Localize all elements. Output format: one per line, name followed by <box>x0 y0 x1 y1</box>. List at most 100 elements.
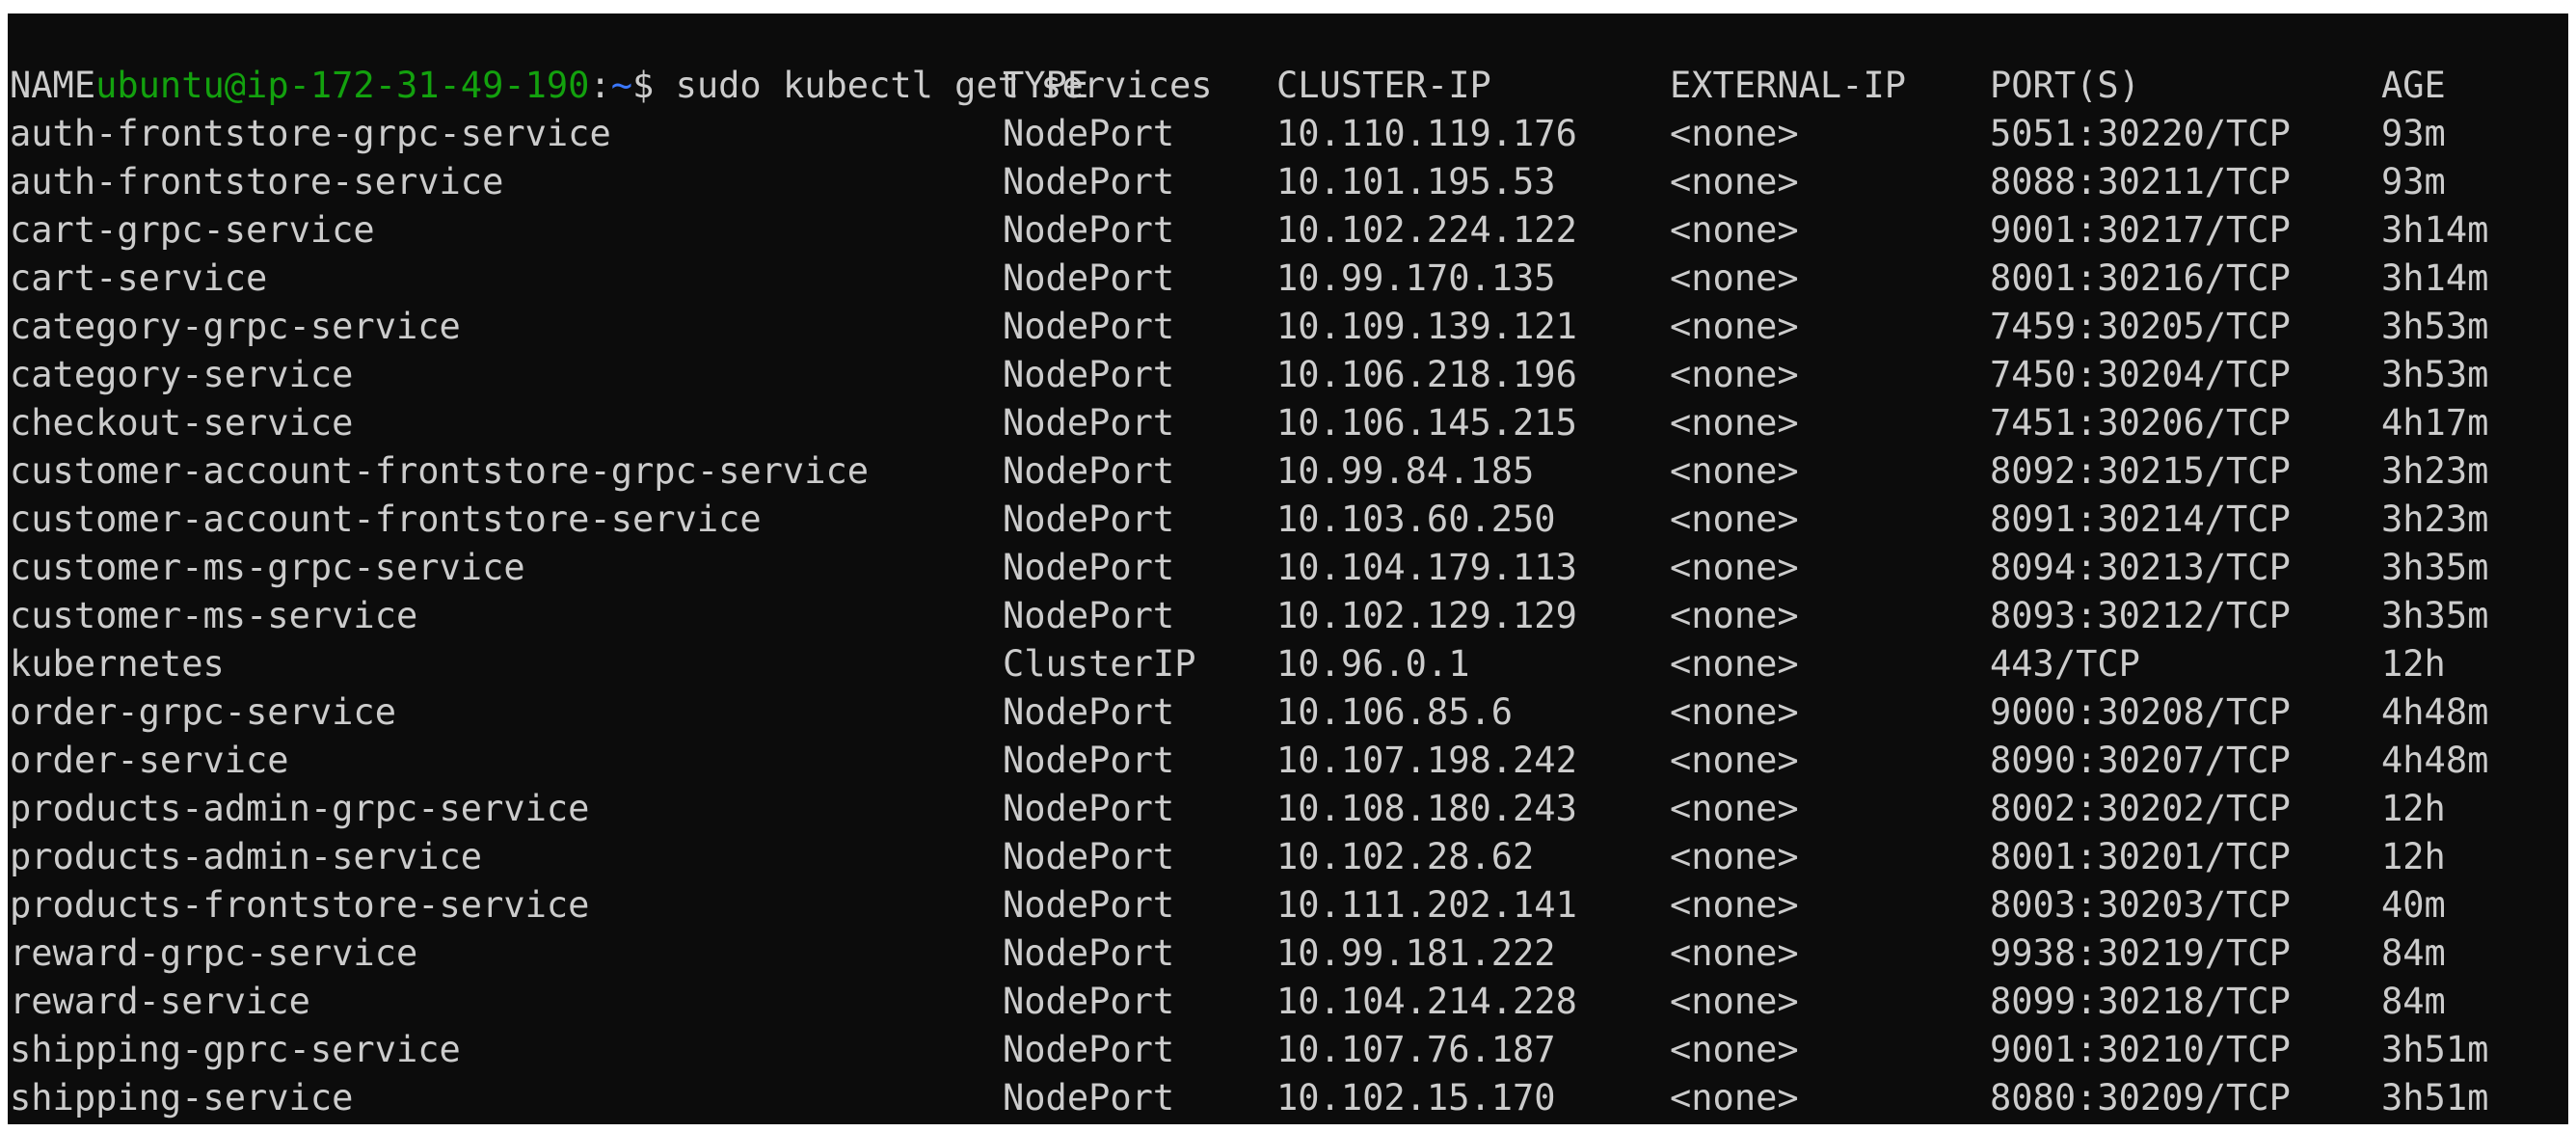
service-external-ip: <none> <box>1670 643 1799 685</box>
service-ports: 5051:30220/TCP <box>1990 113 2291 154</box>
service-cluster-ip: 10.109.139.121 <box>1276 306 1577 347</box>
service-type: NodePort <box>1003 932 1175 974</box>
service-age: 84m <box>2381 932 2446 974</box>
service-cluster-ip: 10.99.181.222 <box>1276 932 1556 974</box>
table-row: products-admin-grpc-service NodePort 10.10… <box>10 785 2555 833</box>
service-cluster-ip: 10.96.0.1 <box>1276 643 1470 685</box>
service-external-ip: <none> <box>1670 788 1799 829</box>
header-external-ip: EXTERNAL-IP <box>1670 65 1907 106</box>
service-type: NodePort <box>1003 547 1175 588</box>
service-type: NodePort <box>1003 354 1175 395</box>
service-cluster-ip: 10.102.15.170 <box>1276 1077 1556 1119</box>
table-row: products-admin-service NodePort 10.102.28.… <box>10 833 2555 881</box>
service-ports: 8091:30214/TCP <box>1990 499 2291 540</box>
service-cluster-ip: 10.108.180.243 <box>1276 788 1577 829</box>
service-name: category-service <box>10 354 354 395</box>
service-ports: 8001:30216/TCP <box>1990 257 2291 299</box>
service-external-ip: <none> <box>1670 113 1799 154</box>
service-cluster-ip: 10.104.214.228 <box>1276 981 1577 1022</box>
terminal-window[interactable]: ubuntu@ip-172-31-49-190:~$ sudo kubectl … <box>8 13 2568 1124</box>
service-cluster-ip: 10.104.179.113 <box>1276 547 1577 588</box>
header-age: AGE <box>2381 65 2446 106</box>
service-external-ip: <none> <box>1670 499 1799 540</box>
service-external-ip: <none> <box>1670 691 1799 733</box>
header-name: NAME <box>10 65 96 106</box>
service-external-ip: <none> <box>1670 981 1799 1022</box>
service-ports: 9001:30210/TCP <box>1990 1029 2291 1070</box>
service-type: NodePort <box>1003 402 1175 444</box>
service-ports: 8003:30203/TCP <box>1990 884 2291 926</box>
service-type: NodePort <box>1003 450 1175 492</box>
service-age: 3h14m <box>2381 209 2489 251</box>
service-external-ip: <none> <box>1670 257 1799 299</box>
command-prompt-line: ubuntu@ip-172-31-49-190:~$ sudo kubectl … <box>10 13 1212 106</box>
service-ports: 8088:30211/TCP <box>1990 161 2291 202</box>
service-cluster-ip: 10.110.119.176 <box>1276 113 1577 154</box>
service-type: ClusterIP <box>1003 643 1196 685</box>
service-age: 3h53m <box>2381 306 2489 347</box>
service-ports: 9001:30217/TCP <box>1990 209 2291 251</box>
service-name: category-grpc-service <box>10 306 461 347</box>
service-cluster-ip: 10.107.76.187 <box>1276 1029 1556 1070</box>
service-type: NodePort <box>1003 257 1175 299</box>
table-row: checkout-service NodePort 10.106.145.215 <n… <box>10 399 2555 447</box>
table-row: products-frontstore-service NodePort 10.11… <box>10 881 2555 930</box>
service-external-ip: <none> <box>1670 547 1799 588</box>
service-external-ip: <none> <box>1670 161 1799 202</box>
service-age: 4h17m <box>2381 402 2489 444</box>
table-row: customer-account-frontstore-service NodeP… <box>10 496 2555 544</box>
service-name: customer-account-frontstore-grpc-service <box>10 450 870 492</box>
service-age: 4h48m <box>2381 691 2489 733</box>
service-type: NodePort <box>1003 691 1175 733</box>
service-ports: 8001:30201/TCP <box>1990 836 2291 877</box>
service-age: 93m <box>2381 113 2446 154</box>
service-age: 3h23m <box>2381 450 2489 492</box>
header-cluster-ip: CLUSTER-IP <box>1276 65 1491 106</box>
service-age: 40m <box>2381 884 2446 926</box>
service-age: 12h <box>2381 836 2446 877</box>
service-name: products-frontstore-service <box>10 884 590 926</box>
service-type: NodePort <box>1003 836 1175 877</box>
table-row: cart-service NodePort 10.99.170.135 <none> 8… <box>10 255 2555 303</box>
service-type: NodePort <box>1003 1029 1175 1070</box>
service-cluster-ip: 10.106.85.6 <box>1276 691 1514 733</box>
service-cluster-ip: 10.106.218.196 <box>1276 354 1577 395</box>
service-cluster-ip: 10.103.60.250 <box>1276 499 1556 540</box>
table-row: reward-grpc-service NodePort 10.99.181.222… <box>10 930 2555 978</box>
service-name: cart-grpc-service <box>10 209 375 251</box>
service-age: 12h <box>2381 788 2446 829</box>
service-name: products-admin-service <box>10 836 483 877</box>
service-name: kubernetes <box>10 643 225 685</box>
service-age: 3h51m <box>2381 1077 2489 1119</box>
service-cluster-ip: 10.102.129.129 <box>1276 595 1577 636</box>
service-type: NodePort <box>1003 113 1175 154</box>
service-name: customer-account-frontstore-service <box>10 499 762 540</box>
service-ports: 7450:30204/TCP <box>1990 354 2291 395</box>
service-cluster-ip: 10.107.198.242 <box>1276 740 1577 781</box>
service-age: 3h53m <box>2381 354 2489 395</box>
service-name: shipping-service <box>10 1077 354 1119</box>
service-type: NodePort <box>1003 306 1175 347</box>
service-age: 12h <box>2381 643 2446 685</box>
table-row: kubernetes ClusterIP 10.96.0.1 <none> 443/TC… <box>10 640 2555 688</box>
service-name: order-grpc-service <box>10 691 396 733</box>
service-name: checkout-service <box>10 402 354 444</box>
service-type: NodePort <box>1003 595 1175 636</box>
service-name: auth-frontstore-service <box>10 161 504 202</box>
table-row: order-service NodePort 10.107.198.242 <none… <box>10 737 2555 785</box>
service-ports: 8094:30213/TCP <box>1990 547 2291 588</box>
table-row: shipping-gprc-service NodePort 10.107.76.1… <box>10 1026 2555 1074</box>
table-row: order-grpc-service NodePort 10.106.85.6 <no… <box>10 688 2555 737</box>
service-name: products-admin-grpc-service <box>10 788 590 829</box>
service-type: NodePort <box>1003 884 1175 926</box>
service-cluster-ip: 10.102.28.62 <box>1276 836 1535 877</box>
table-row: customer-account-frontstore-grpc-service… <box>10 447 2555 496</box>
service-external-ip: <none> <box>1670 209 1799 251</box>
service-ports: 8002:30202/TCP <box>1990 788 2291 829</box>
service-external-ip: <none> <box>1670 354 1799 395</box>
service-name: cart-service <box>10 257 268 299</box>
service-cluster-ip: 10.101.195.53 <box>1276 161 1556 202</box>
service-external-ip: <none> <box>1670 595 1799 636</box>
service-age: 3h35m <box>2381 547 2489 588</box>
service-name: reward-service <box>10 981 310 1022</box>
